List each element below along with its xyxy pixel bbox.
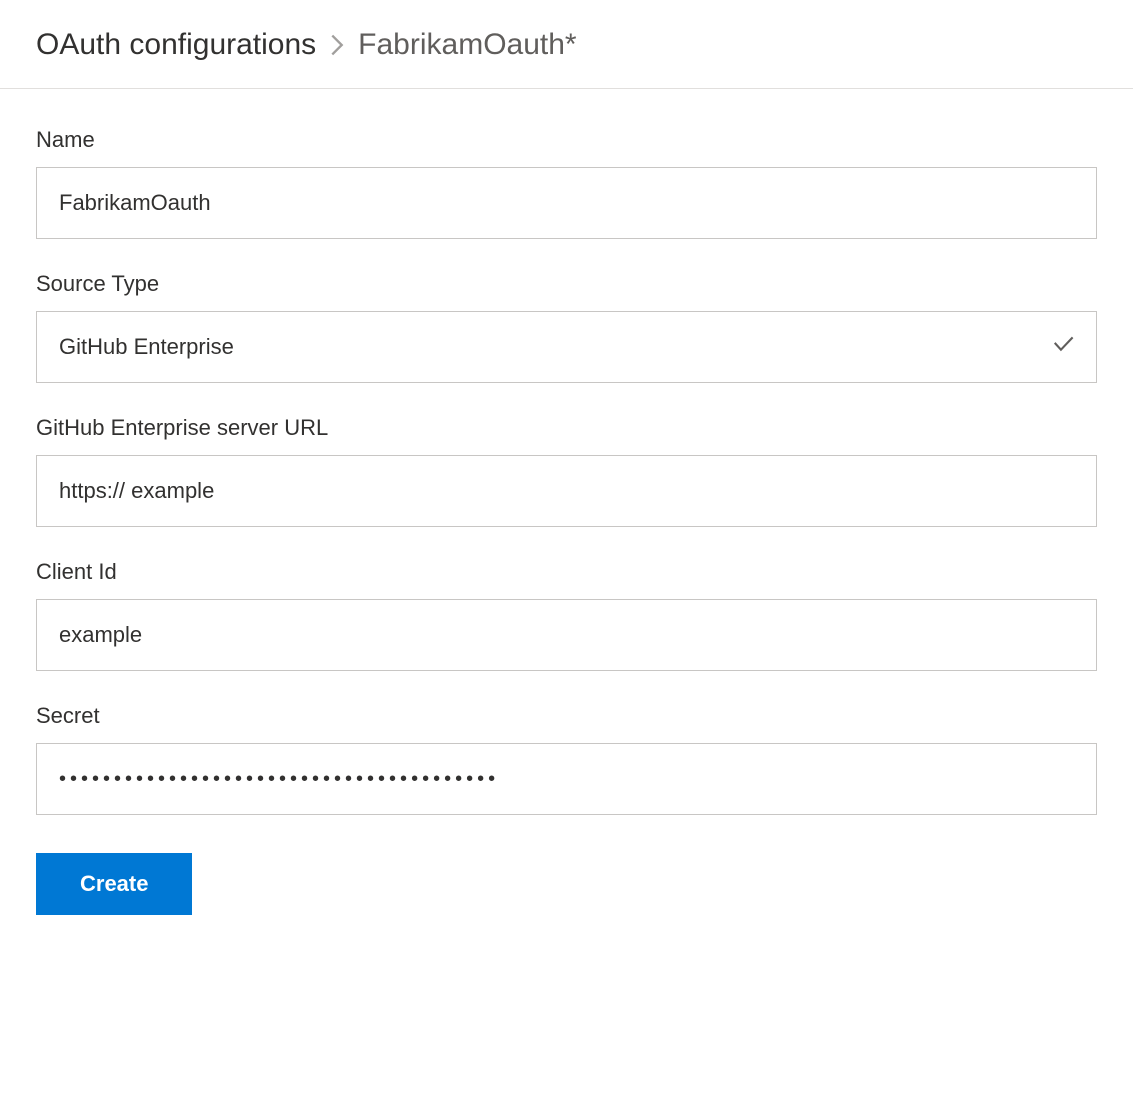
secret-field-group: Secret [36,703,1097,815]
breadcrumb: OAuth configurations FabrikamOauth* [36,28,1097,88]
server-url-field-group: GitHub Enterprise server URL [36,415,1097,527]
server-url-input[interactable] [36,455,1097,527]
chevron-down-icon [1052,336,1074,358]
chevron-right-icon [330,34,344,56]
name-label: Name [36,127,1097,153]
breadcrumb-current: FabrikamOauth* [358,28,576,62]
name-field-group: Name [36,127,1097,239]
create-button[interactable]: Create [36,853,192,915]
client-id-label: Client Id [36,559,1097,585]
source-type-field-group: Source Type GitHub Enterprise [36,271,1097,383]
server-url-label: GitHub Enterprise server URL [36,415,1097,441]
oauth-config-form: Name Source Type GitHub Enterprise GitHu… [36,89,1097,915]
source-type-value: GitHub Enterprise [59,334,234,360]
source-type-select[interactable]: GitHub Enterprise [36,311,1097,383]
name-input[interactable] [36,167,1097,239]
source-type-label: Source Type [36,271,1097,297]
client-id-input[interactable] [36,599,1097,671]
secret-input[interactable] [36,743,1097,815]
secret-label: Secret [36,703,1097,729]
breadcrumb-root[interactable]: OAuth configurations [36,28,316,62]
client-id-field-group: Client Id [36,559,1097,671]
